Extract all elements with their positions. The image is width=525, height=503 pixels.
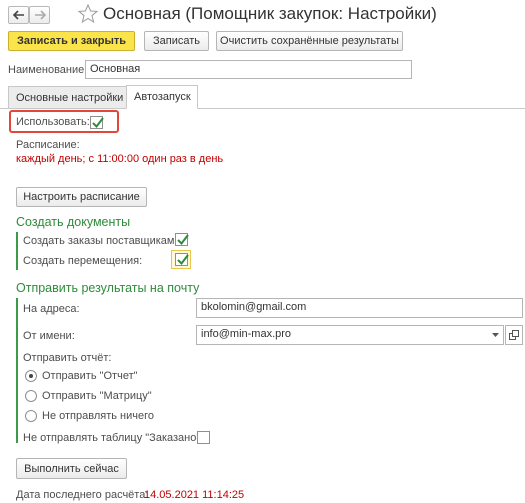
radio-send-nothing[interactable] bbox=[25, 410, 37, 422]
schedule-label: Расписание: bbox=[16, 139, 80, 151]
create-orders-checkbox[interactable] bbox=[175, 233, 189, 246]
page-title: Основная (Помощник закупок: Настройки) bbox=[103, 4, 437, 23]
create-docs-group-bar bbox=[16, 232, 18, 270]
open-link-icon bbox=[509, 330, 519, 340]
back-button[interactable] bbox=[8, 6, 29, 24]
tab-strip-line bbox=[0, 108, 525, 109]
checkmark-icon bbox=[177, 254, 189, 266]
run-now-button[interactable]: Выполнить сейчас bbox=[16, 458, 127, 479]
to-label: На адреса: bbox=[23, 303, 80, 315]
create-docs-heading: Создать документы bbox=[16, 215, 131, 229]
last-calc-value: 14.05.2021 11:14:25 bbox=[144, 489, 245, 501]
email-heading: Отправить результаты на почту bbox=[16, 281, 200, 295]
no-ordered-label: Не отправлять таблицу "Заказано": bbox=[23, 432, 204, 444]
radio-send-nothing-label: Не отправлять ничего bbox=[42, 410, 154, 422]
to-input[interactable]: bkolomin@gmail.com bbox=[196, 298, 523, 318]
tab-main-settings[interactable]: Основные настройки bbox=[8, 86, 127, 108]
save-button[interactable]: Записать bbox=[144, 31, 209, 51]
schedule-text: каждый день; с 11:00:00 один раз в день bbox=[16, 153, 224, 165]
favorite-star-icon[interactable] bbox=[77, 3, 99, 26]
from-dropdown-button[interactable] bbox=[487, 325, 504, 345]
radio-send-matrix[interactable] bbox=[25, 390, 37, 402]
from-input[interactable]: info@min-max.pro bbox=[196, 325, 488, 345]
checkmark-icon bbox=[177, 234, 189, 246]
create-orders-label: Создать заказы поставщикам: bbox=[23, 235, 178, 247]
email-group-bar bbox=[16, 298, 18, 443]
from-label: От имени: bbox=[23, 330, 75, 342]
tab-autorun[interactable]: Автозапуск bbox=[126, 85, 198, 109]
radio-send-report-label: Отправить "Отчет" bbox=[42, 370, 138, 382]
checkmark-icon bbox=[92, 117, 104, 129]
radio-send-matrix-label: Отправить "Матрицу" bbox=[42, 390, 152, 402]
forward-button[interactable] bbox=[29, 6, 50, 24]
arrow-left-icon bbox=[12, 10, 24, 20]
last-calc-label: Дата последнего расчёта: bbox=[16, 489, 149, 501]
radio-send-report[interactable] bbox=[25, 370, 37, 382]
chevron-down-icon bbox=[491, 333, 499, 337]
clear-results-button[interactable]: Очистить сохранённые результаты bbox=[216, 31, 403, 51]
arrow-right-icon bbox=[34, 10, 46, 20]
name-input[interactable]: Основная bbox=[85, 60, 412, 79]
configure-schedule-button[interactable]: Настроить расписание bbox=[16, 187, 147, 207]
use-label: Использовать: bbox=[16, 116, 90, 128]
save-and-close-button[interactable]: Записать и закрыть bbox=[8, 31, 135, 51]
report-label: Отправить отчёт: bbox=[23, 352, 112, 364]
from-open-button[interactable] bbox=[505, 325, 523, 345]
name-label: Наименование: bbox=[8, 64, 88, 76]
create-moves-label: Создать перемещения: bbox=[23, 255, 143, 267]
no-ordered-checkbox[interactable] bbox=[197, 431, 210, 444]
create-moves-checkbox[interactable] bbox=[175, 253, 189, 266]
use-checkbox[interactable] bbox=[90, 116, 104, 129]
